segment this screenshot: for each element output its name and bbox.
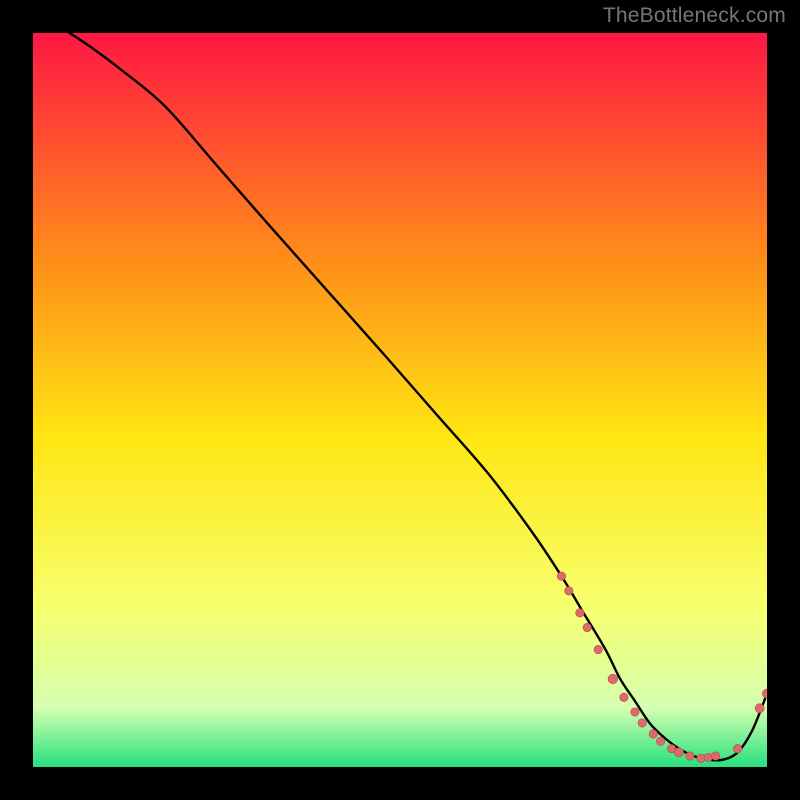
data-point (674, 748, 683, 757)
chart-frame: TheBottleneck.com (0, 0, 800, 800)
data-point (631, 708, 639, 716)
data-point (649, 730, 657, 738)
data-point (576, 609, 584, 617)
data-point (583, 623, 591, 631)
data-point (565, 587, 573, 595)
data-point (711, 752, 719, 760)
data-point (656, 737, 664, 745)
data-point (620, 693, 628, 701)
data-point (733, 744, 741, 752)
data-point (638, 719, 646, 727)
data-point (704, 753, 712, 761)
gradient-background (33, 33, 767, 767)
data-point (608, 674, 618, 684)
data-point (557, 572, 565, 580)
data-point (594, 645, 602, 653)
data-point (755, 704, 764, 713)
plot-area (33, 33, 767, 767)
watermark-label: TheBottleneck.com (603, 4, 786, 28)
bottleneck-chart (33, 33, 767, 767)
data-point (686, 752, 694, 760)
